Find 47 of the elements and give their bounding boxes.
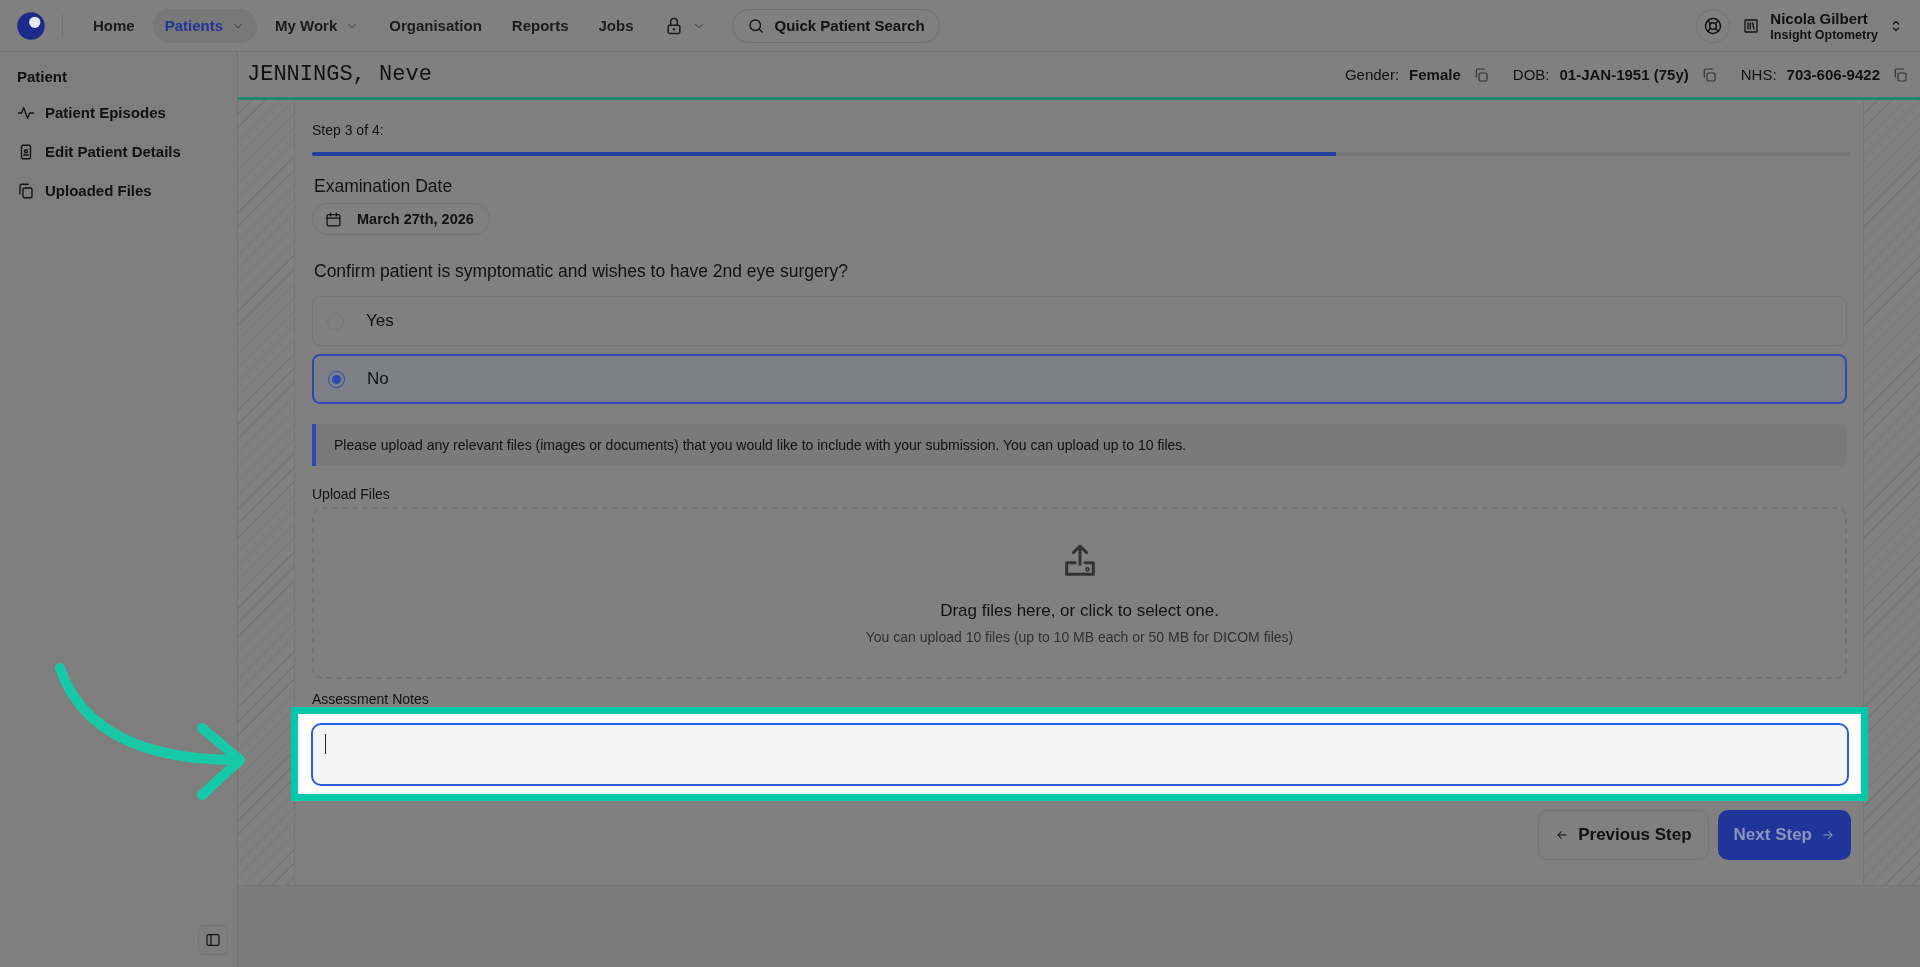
user-name: Nicola Gilbert (1770, 9, 1869, 27)
field-value: Female (1409, 66, 1461, 83)
building-icon (1742, 16, 1761, 35)
search-icon (746, 16, 765, 35)
sidebar-item[interactable]: Edit Patient Details (0, 132, 237, 171)
copy-button[interactable] (1892, 66, 1908, 83)
patient-name: JENNINGS, Neve (247, 62, 432, 87)
arrow-right-icon (1821, 828, 1835, 842)
lifebuoy-icon (1703, 15, 1724, 36)
field-value: 703-606-9422 (1786, 66, 1880, 83)
field-label: DOB: (1512, 66, 1550, 83)
copy-icon (1892, 66, 1908, 83)
files-icon (17, 181, 35, 200)
text-cursor-icon (325, 734, 326, 754)
sidebar-icon (205, 932, 221, 948)
calendar-icon (325, 210, 342, 228)
notes-textarea[interactable] (311, 723, 1849, 786)
drop-zone-title: Drag files here, or click to select one. (940, 601, 1219, 621)
field-value: 01-JAN-1951 (75y) (1559, 66, 1689, 83)
user-menu[interactable]: Nicola Gilbert Insight Optometry (1742, 9, 1904, 42)
field-label: Gender: (1344, 66, 1400, 83)
sidebar-heading: Patient (16, 68, 68, 87)
radio-option[interactable]: Yes (312, 296, 1847, 346)
field-label: NHS: (1740, 66, 1777, 83)
question-text: Confirm patient is symptomatic and wishes to have 2nd eye surgery? (314, 261, 849, 282)
nav-item[interactable]: Organisation (377, 8, 494, 43)
field-label: Upload Files (312, 486, 391, 502)
sidebar-item[interactable]: Uploaded Files (0, 171, 237, 210)
previous-step-button[interactable]: Previous Step (1538, 810, 1709, 860)
field-label: Examination Date (314, 176, 454, 197)
info-message: Please upload any relevant files (images or documents) that you would like to include with your submission. You can upload up to 10 files. (312, 424, 1847, 466)
nav-item[interactable]: Patients (152, 8, 258, 43)
sidebar-item[interactable]: Patient Episodes (0, 93, 237, 132)
nav-item[interactable]: My Work (263, 8, 372, 43)
file-drop-zone[interactable]: Drag files here, or click to select one. You can upload 10 files (up to 10 MB each or 50 MB for DICOM files) (312, 507, 1847, 679)
nav-item[interactable]: Jobs (586, 8, 646, 43)
radio-option[interactable]: No (312, 354, 1847, 404)
organisation-name: Insight Optometry (1770, 27, 1878, 42)
drop-zone-hint: You can upload 10 files (up to 10 MB each or 50 MB for DICOM files) (865, 629, 1294, 645)
nav-item[interactable]: Reports (499, 8, 581, 43)
step-label: Step 3 of 4: (312, 122, 385, 138)
field-label: Assessment Notes (312, 691, 430, 707)
sidebar-toggle-button[interactable] (198, 925, 228, 955)
arrow-left-icon (1555, 828, 1570, 842)
nav-item[interactable]: Home (81, 8, 147, 43)
next-step-button[interactable]: Next Step (1717, 810, 1851, 860)
logo-icon (16, 10, 46, 41)
